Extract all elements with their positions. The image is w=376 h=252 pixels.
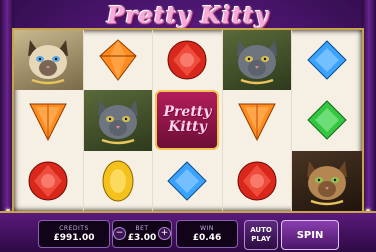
yellow-diamond-symbol <box>102 160 134 202</box>
bet-increase-button[interactable]: + <box>158 227 171 240</box>
reel-cell <box>292 90 362 150</box>
reel-cell <box>84 150 154 211</box>
reel-cell <box>14 150 84 211</box>
logo-tile-text: Kitty <box>168 119 207 136</box>
reel-cell <box>153 150 223 211</box>
credits-display: CREDITS £991.00 <box>38 220 110 248</box>
bet-decrease-button[interactable]: − <box>113 227 126 240</box>
reel-cell <box>83 90 154 151</box>
win-value: £0.46 <box>192 232 222 243</box>
credits-label: CREDITS <box>59 224 89 232</box>
reel-cell <box>222 30 293 91</box>
orange-gem-symbol <box>29 103 68 142</box>
gray-cat-symbol <box>97 100 138 145</box>
autoplay-button[interactable]: AUTO PLAY <box>244 220 278 250</box>
reel-cell <box>14 90 84 151</box>
reel-cell <box>153 30 223 91</box>
reel-cell: Pretty Kitty <box>153 90 223 151</box>
siamese-cat-symbol <box>28 40 69 85</box>
reel-cell <box>223 150 293 211</box>
orange-diamond-symbol <box>99 39 137 81</box>
bet-label: BET <box>135 224 149 232</box>
reel-cell <box>292 30 362 90</box>
win-label: WIN <box>200 224 214 232</box>
control-bar: CREDITS £991.00 BET £3.00 − + WIN £0.46 … <box>0 211 376 252</box>
orange-gem-symbol <box>238 103 276 142</box>
blue-gem-symbol <box>307 40 347 80</box>
red-gem-symbol <box>28 161 68 201</box>
reel-cell <box>14 30 84 91</box>
game-logo: Pretty Kitty <box>0 0 376 30</box>
credits-value: £991.00 <box>53 232 95 243</box>
red-gem-symbol <box>167 40 207 80</box>
green-gem-symbol <box>307 100 347 141</box>
tabby-cat-symbol <box>307 160 348 206</box>
red-gem-symbol <box>237 161 277 201</box>
spin-button[interactable]: SPIN <box>281 220 339 250</box>
reel-cell <box>292 150 362 211</box>
reel-cell <box>223 90 293 151</box>
gray-cat-symbol <box>237 40 278 85</box>
reel-cell <box>84 30 154 91</box>
win-display: WIN £0.46 <box>176 220 238 248</box>
game-logo-text: Pretty Kitty <box>106 1 269 29</box>
logo-tile-text: Pretty <box>163 104 212 121</box>
bet-value: £3.00 <box>127 232 157 243</box>
blue-gem-symbol <box>167 161 208 201</box>
reel-grid: Pretty Kitty <box>14 30 362 211</box>
pretty-kitty-logo-symbol: Pretty Kitty <box>155 90 220 151</box>
